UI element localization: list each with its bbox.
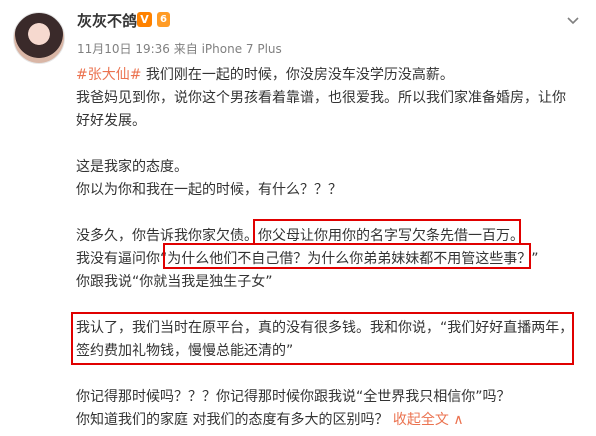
highlight-box-question (163, 243, 531, 269)
chevron-down-icon[interactable] (563, 10, 583, 30)
author-name[interactable]: 灰灰不鸽 (77, 10, 137, 31)
avatar[interactable] (13, 12, 65, 64)
level-badge: 6 (157, 12, 170, 27)
content-line-1: #张大仙# 我们刚在一起的时候，你没房没车没学历没高薪。 (76, 64, 586, 87)
collapse-fulltext-link[interactable]: 收起全文 ∧ (393, 412, 464, 428)
content-blank-line (76, 363, 586, 386)
content-line-6: 你以为你和我在一起的时候，有什么？？？ (76, 182, 342, 198)
post-meta: 11月10日 19:36 来自 iPhone 7 Plus (77, 40, 282, 57)
content-line-16: 你知道我们的家庭 对我们的态度有多大的区别吗？ 收起全文 ∧ (76, 409, 586, 432)
content-line-2: 我爸妈见到你，说你这个男孩看着靠谱，也很爱我。所以我们家准备婚房，让你 (76, 90, 566, 106)
content-line-3: 好好发展。 (76, 113, 146, 129)
post-source: 来自 iPhone 7 Plus (173, 42, 282, 56)
content-blank-line (76, 133, 586, 156)
content-line-1-text: 我们刚在一起的时候，你没房没车没学历没高薪。 (141, 67, 454, 83)
post-time[interactable]: 11月10日 19:36 (77, 42, 170, 56)
content-line-15: 你记得那时候吗？？？你记得那时候你跟我说“全世界我只相信你”吗？ (76, 389, 511, 405)
content-line-5: 这是我家的态度。 (76, 159, 188, 175)
highlight-box-debt (253, 219, 521, 245)
content-line-10: 你跟我说“你就当我是独生子女” (76, 274, 273, 290)
content-line-16-text: 你知道我们的家庭 对我们的态度有多大的区别吗？ (76, 412, 393, 428)
hashtag-link[interactable]: #张大仙# (76, 67, 141, 83)
verified-badge-icon: V (137, 12, 152, 27)
highlight-box-livestream (71, 312, 574, 365)
